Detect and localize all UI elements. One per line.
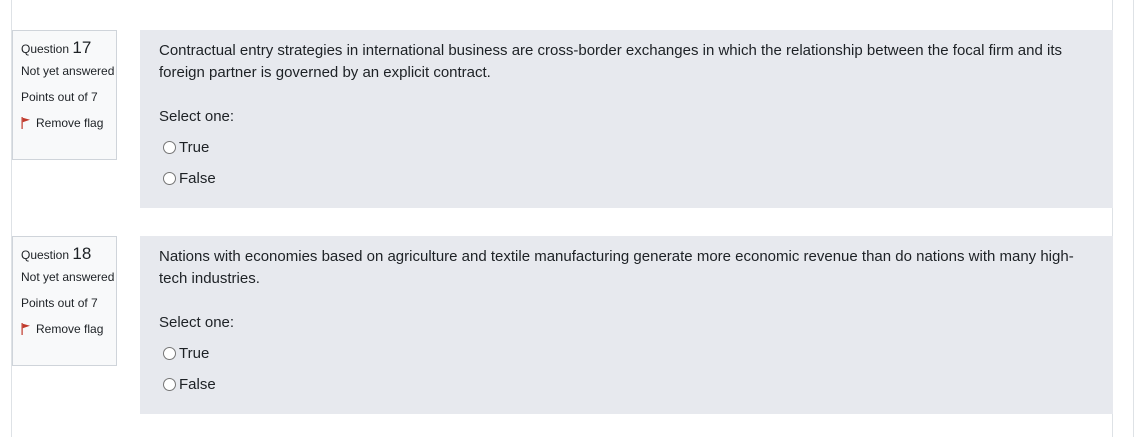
remove-flag-button[interactable]: Remove flag — [21, 320, 116, 338]
answer-label-true[interactable]: True — [179, 139, 209, 156]
question-state: Not yet answered — [21, 270, 115, 284]
select-prompt: Select one: — [159, 108, 235, 125]
remove-flag-label: Remove flag — [36, 116, 104, 130]
question-info: Question 18 Not yet answered Points out … — [12, 236, 117, 366]
flag-icon — [21, 323, 31, 335]
answer-option-false[interactable]: False — [159, 372, 1094, 396]
question-content: Nations with economies based on agricult… — [140, 236, 1113, 414]
answer-label-false[interactable]: False — [179, 170, 216, 187]
radio-button-false[interactable] — [163, 171, 176, 185]
question-label: Question — [21, 248, 70, 262]
question-text: Contractual entry strategies in internat… — [159, 42, 1062, 81]
question-content: Contractual entry strategies in internat… — [140, 30, 1113, 208]
flag-icon — [21, 117, 31, 129]
question-number-value: 17 — [72, 38, 92, 57]
answer-option-true[interactable]: True — [159, 341, 1094, 365]
answer-option-false[interactable]: False — [159, 166, 1094, 190]
question-grade: Points out of 7 — [21, 296, 98, 310]
question-state: Not yet answered — [21, 64, 115, 78]
radio-button-true[interactable] — [163, 140, 176, 154]
question-number-value: 18 — [72, 244, 92, 263]
radio-button-true[interactable] — [163, 346, 176, 360]
question-info: Question 17 Not yet answered Points out … — [12, 30, 117, 160]
question-number: Question 17 — [21, 37, 116, 60]
question-number: Question 18 — [21, 243, 116, 266]
answer-label-true[interactable]: True — [179, 345, 209, 362]
remove-flag-button[interactable]: Remove flag — [21, 114, 116, 132]
answer-label-false[interactable]: False — [179, 376, 216, 393]
question-grade: Points out of 7 — [21, 90, 98, 104]
select-prompt: Select one: — [159, 314, 235, 331]
answer-option-true[interactable]: True — [159, 135, 1094, 159]
question-text: Nations with economies based on agricult… — [159, 248, 1074, 287]
scrollbar-edge — [1133, 0, 1137, 437]
remove-flag-label: Remove flag — [36, 322, 104, 336]
radio-button-false[interactable] — [163, 377, 176, 391]
question-label: Question — [21, 42, 70, 56]
